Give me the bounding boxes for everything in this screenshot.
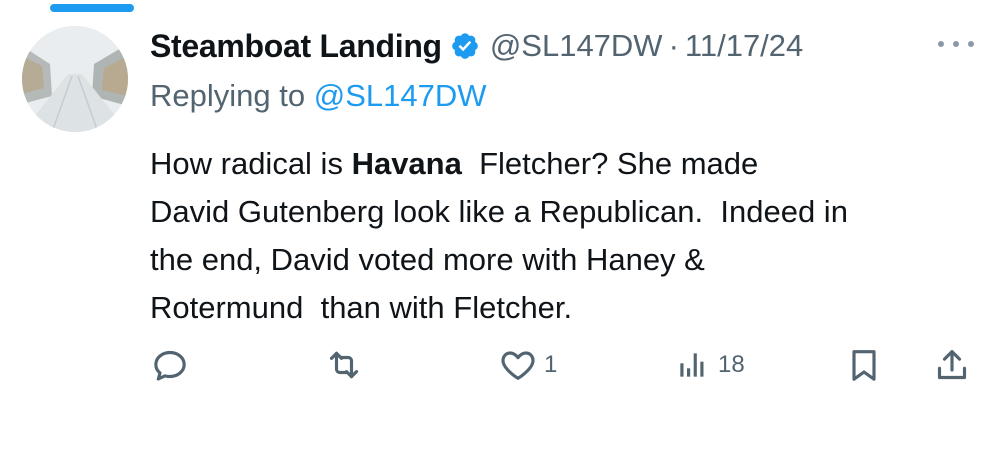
views-button[interactable]: 18 <box>672 340 745 390</box>
avatar[interactable] <box>22 26 128 132</box>
display-name[interactable]: Steamboat Landing <box>150 28 442 65</box>
tweet-text-line: David Gutenberg look like a Republican. … <box>150 194 848 229</box>
timestamp[interactable]: 11/17/24 <box>685 28 803 64</box>
tweet-text-line: Rotermund than with Fletcher. <box>150 290 573 325</box>
bookmark-button[interactable] <box>844 340 884 390</box>
views-icon <box>672 345 712 385</box>
tweet-text-segment: Fletcher? She made <box>461 146 759 181</box>
tweet-text-line: How radical is Havana Fletcher? She made <box>150 140 990 188</box>
reply-mention-link[interactable]: @SL147DW <box>314 78 487 113</box>
reply-prefix: Replying to <box>150 78 306 113</box>
reply-button[interactable] <box>150 340 196 390</box>
action-bar: 1 18 <box>150 340 980 390</box>
replying-to: Replying to @SL147DW <box>150 78 486 114</box>
reply-icon <box>150 345 190 385</box>
views-count: 18 <box>718 351 745 378</box>
more-options-icon[interactable] <box>938 32 974 56</box>
verified-badge-icon <box>450 31 480 61</box>
tab-indicator <box>50 4 134 12</box>
share-icon <box>932 345 972 385</box>
tweet-text-segment: How radical is <box>150 146 352 181</box>
bookmark-icon <box>844 345 884 385</box>
user-handle[interactable]: @SL147DW <box>490 28 663 64</box>
heart-icon <box>498 345 538 385</box>
share-button[interactable] <box>932 340 972 390</box>
tweet-header: Steamboat Landing @SL147DW · 11/17/24 <box>150 26 803 66</box>
like-count: 1 <box>544 351 558 378</box>
tweet-text-bold: Havana <box>351 146 462 181</box>
separator-dot: · <box>668 28 679 63</box>
retweet-button[interactable] <box>324 340 370 390</box>
like-button[interactable]: 1 <box>498 340 557 390</box>
retweet-icon <box>324 345 364 385</box>
tweet-text-line: the end, David voted more with Haney & <box>150 242 705 277</box>
tweet-text: How radical is Havana Fletcher? She made… <box>150 140 990 332</box>
